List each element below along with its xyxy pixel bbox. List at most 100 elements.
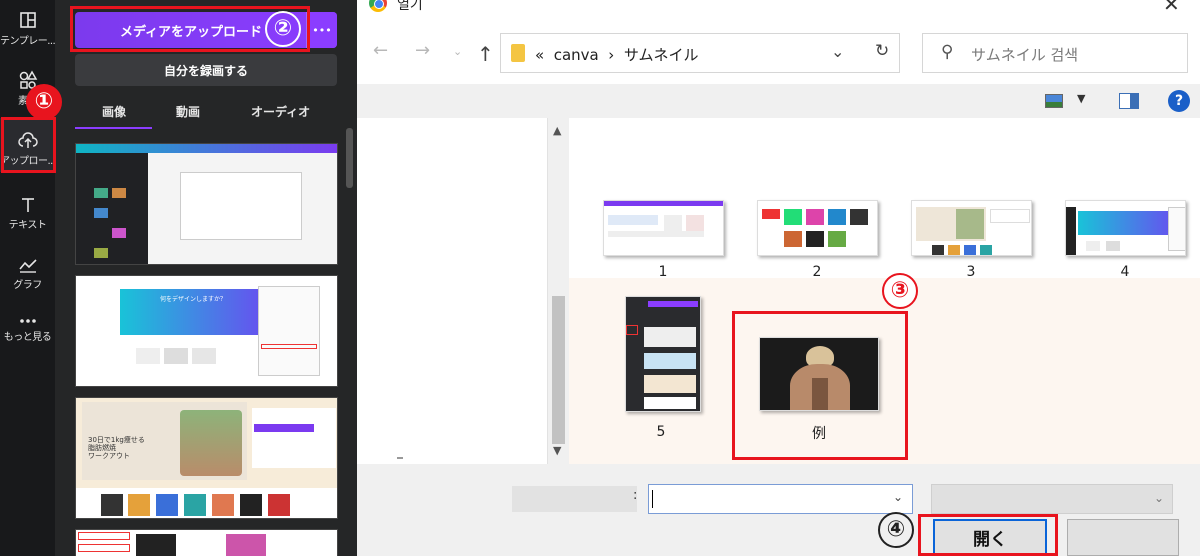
more-dots-icon: [19, 319, 36, 323]
record-yourself-button[interactable]: 自分を録画する: [75, 54, 337, 86]
text-icon: [21, 198, 34, 212]
thumb-sidebar: [76, 153, 148, 264]
annotation-step-3: ③: [882, 273, 918, 309]
open-file-dialog: 열기 ✕ ← → ⌄ ↑ « canva › サムネイル ⌄ ↻ ⚲ サムネイル…: [357, 0, 1200, 556]
tab-audio[interactable]: オーディオ: [251, 103, 310, 120]
close-button[interactable]: ✕: [1163, 0, 1180, 16]
address-bar[interactable]: « canva › サムネイル ⌄ ↻: [500, 33, 900, 73]
address-dropdown-icon[interactable]: ⌄: [831, 42, 844, 61]
uploaded-image-4[interactable]: [75, 529, 338, 556]
rail-text[interactable]: テキスト: [0, 196, 55, 231]
folder-icon: [511, 44, 525, 62]
view-menu-caret-icon[interactable]: ▼: [1077, 92, 1085, 105]
filename-input[interactable]: ⌄: [648, 484, 913, 514]
breadcrumb: « canva › サムネイル: [535, 44, 699, 65]
path-prefix[interactable]: «: [535, 46, 544, 64]
filename-dropdown-icon[interactable]: ⌄: [893, 490, 903, 504]
annotation-step-1: ①: [26, 84, 62, 120]
change-view-icon[interactable]: [1045, 94, 1063, 108]
refresh-icon[interactable]: ↻: [875, 41, 889, 61]
rail-templates-label: テンプレー...: [0, 36, 55, 47]
tab-images[interactable]: 画像: [102, 103, 126, 120]
file-name-example: 例: [812, 426, 826, 442]
thumb3-photo: [180, 410, 242, 476]
panel-scrollbar[interactable]: [346, 128, 353, 188]
thumb3-side: [252, 408, 336, 468]
back-arrow-icon[interactable]: ←: [373, 40, 388, 61]
rail-charts[interactable]: グラフ: [0, 256, 55, 291]
thumb3-title: 30日で1kg痩せる 脂肪燃焼 ワークアウト: [88, 436, 145, 460]
uploaded-image-3[interactable]: 30日で1kg痩せる 脂肪燃焼 ワークアウト: [75, 397, 338, 519]
tab-videos[interactable]: 動画: [176, 103, 200, 120]
file-thumb-3: [911, 200, 1032, 256]
dialog-navbar: ← → ⌄ ↑ « canva › サムネイル ⌄ ↻ ⚲ サムネイル 검색: [357, 20, 1200, 84]
uploaded-image-1[interactable]: [75, 143, 338, 265]
rail-more-label: もっと見る: [3, 332, 52, 343]
help-icon[interactable]: ?: [1168, 90, 1190, 112]
thumb-menu: [258, 286, 320, 376]
preview-pane-icon[interactable]: [1119, 93, 1139, 109]
chart-line-icon: [18, 259, 37, 273]
thumb3-banner: 30日で1kg痩せる 脂肪燃焼 ワークアウト: [82, 402, 247, 480]
thumb3-row: [76, 488, 337, 518]
annotation-step-4: ④: [878, 512, 914, 548]
forward-arrow-icon[interactable]: →: [415, 40, 430, 61]
thumb2-title: 何をデザインしますか？: [160, 296, 227, 303]
thumb-header: [76, 144, 337, 153]
file-name-2: 2: [812, 264, 822, 280]
text-caret: [652, 490, 653, 508]
path-separator[interactable]: ›: [608, 46, 614, 64]
uploads-panel: メディアをアップロード ••• 自分を録画する 画像 動画 オーディオ 何をデザ…: [55, 0, 357, 556]
cloud-upload-icon: [17, 132, 38, 148]
filename-label-placeholder: [512, 486, 637, 512]
open-button[interactable]: 開く: [933, 519, 1047, 556]
navigation-scrollbar[interactable]: ▲ ▼: [547, 118, 569, 464]
recent-chevron-icon[interactable]: ⌄: [453, 45, 462, 58]
thumb-hero: 何をデザインしますか？: [120, 289, 270, 335]
file-thumb-1: [603, 200, 724, 256]
dialog-bottom-bar: : ⌄ ⌄ 開く: [357, 464, 1200, 556]
path-current[interactable]: サムネイル: [624, 46, 699, 64]
annotation-step-2: ②: [265, 11, 301, 47]
file-thumb-5: [625, 296, 701, 412]
open-button-label: 開く: [973, 530, 1007, 550]
file-type-dropdown-icon[interactable]: ⌄: [1154, 491, 1164, 505]
upload-media-label: メディアをアップロード: [119, 24, 263, 40]
filename-colon: :: [633, 488, 638, 503]
active-tab-indicator: [75, 127, 152, 129]
rail-templates[interactable]: テンプレー...: [0, 10, 55, 47]
record-label: 自分を録画する: [163, 63, 248, 78]
navigation-pane[interactable]: [357, 118, 547, 464]
thumb-canvas: [180, 172, 302, 240]
uploaded-image-2[interactable]: 何をデザインしますか？: [75, 275, 338, 387]
up-arrow-icon[interactable]: ↑: [477, 42, 494, 66]
path-folder[interactable]: canva: [554, 46, 599, 64]
dialog-title: 열기: [397, 0, 423, 13]
file-thumb-4: [1065, 200, 1186, 256]
dialog-titlebar: 열기 ✕: [357, 0, 1200, 20]
more-label: •••: [312, 23, 332, 37]
dialog-toolbar: ▼ ?: [357, 84, 1200, 118]
cancel-button[interactable]: [1067, 519, 1179, 556]
file-thumb-example: [759, 337, 879, 411]
templates-icon: [19, 12, 36, 28]
file-thumb-2: [757, 200, 878, 256]
rail-uploads-label: アップロー...: [0, 156, 55, 167]
rail-more[interactable]: もっと見る: [0, 316, 55, 343]
file-name-5: 5: [656, 424, 666, 440]
rail-text-label: テキスト: [8, 220, 47, 231]
search-placeholder: サムネイル 검색: [971, 46, 1079, 64]
file-type-select[interactable]: ⌄: [931, 484, 1173, 514]
file-name-3: 3: [966, 264, 976, 280]
scroll-thumb[interactable]: [552, 296, 565, 444]
chrome-icon: [369, 0, 387, 12]
nav-pane-marker: [397, 457, 403, 459]
rail-uploads[interactable]: アップロー...: [0, 118, 55, 172]
file-name-4: 4: [1120, 264, 1130, 280]
scroll-up-icon[interactable]: ▲: [553, 124, 561, 137]
search-icon: ⚲: [941, 42, 954, 62]
rail-charts-label: グラフ: [13, 280, 42, 291]
search-box[interactable]: ⚲ サムネイル 검색: [922, 33, 1188, 73]
upload-more-button[interactable]: •••: [306, 12, 337, 48]
scroll-down-icon[interactable]: ▼: [553, 444, 561, 457]
